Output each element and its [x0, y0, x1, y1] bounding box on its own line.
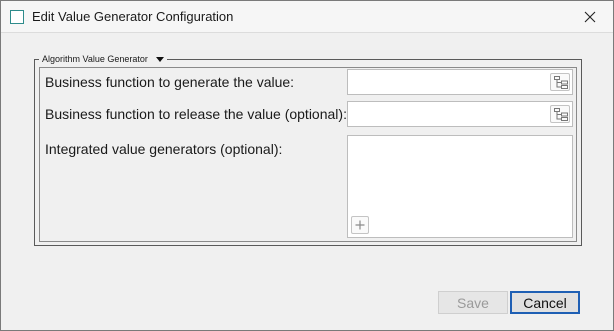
- generate-function-browse-button[interactable]: [550, 73, 570, 91]
- dialog-title: Edit Value Generator Configuration: [32, 9, 234, 24]
- dropdown-arrow-icon[interactable]: [155, 56, 164, 62]
- title-bar: Edit Value Generator Configuration: [1, 1, 613, 33]
- integrated-generators-list[interactable]: [347, 135, 573, 238]
- generate-function-label: Business function to generate the value:: [45, 74, 295, 90]
- release-function-label: Business function to release the value (…: [45, 106, 347, 122]
- plus-icon: [355, 220, 365, 230]
- release-function-field[interactable]: [347, 101, 573, 127]
- tree-hierarchy-icon: [554, 108, 568, 121]
- group-legend[interactable]: Algorithm Value Generator: [39, 52, 167, 66]
- close-icon: [584, 11, 596, 23]
- integrated-generators-label: Integrated value generators (optional):: [45, 141, 283, 157]
- app-window-icon: [10, 10, 24, 24]
- cancel-button[interactable]: Cancel: [510, 291, 580, 314]
- close-button[interactable]: [567, 1, 613, 32]
- tree-hierarchy-icon: [554, 76, 568, 89]
- save-button[interactable]: Save: [438, 291, 508, 314]
- generate-function-field[interactable]: [347, 69, 573, 95]
- add-generator-button[interactable]: [351, 216, 369, 234]
- dialog-window: Edit Value Generator Configuration Algor…: [0, 0, 614, 331]
- group-legend-label: Algorithm Value Generator: [42, 54, 148, 64]
- release-function-browse-button[interactable]: [550, 105, 570, 123]
